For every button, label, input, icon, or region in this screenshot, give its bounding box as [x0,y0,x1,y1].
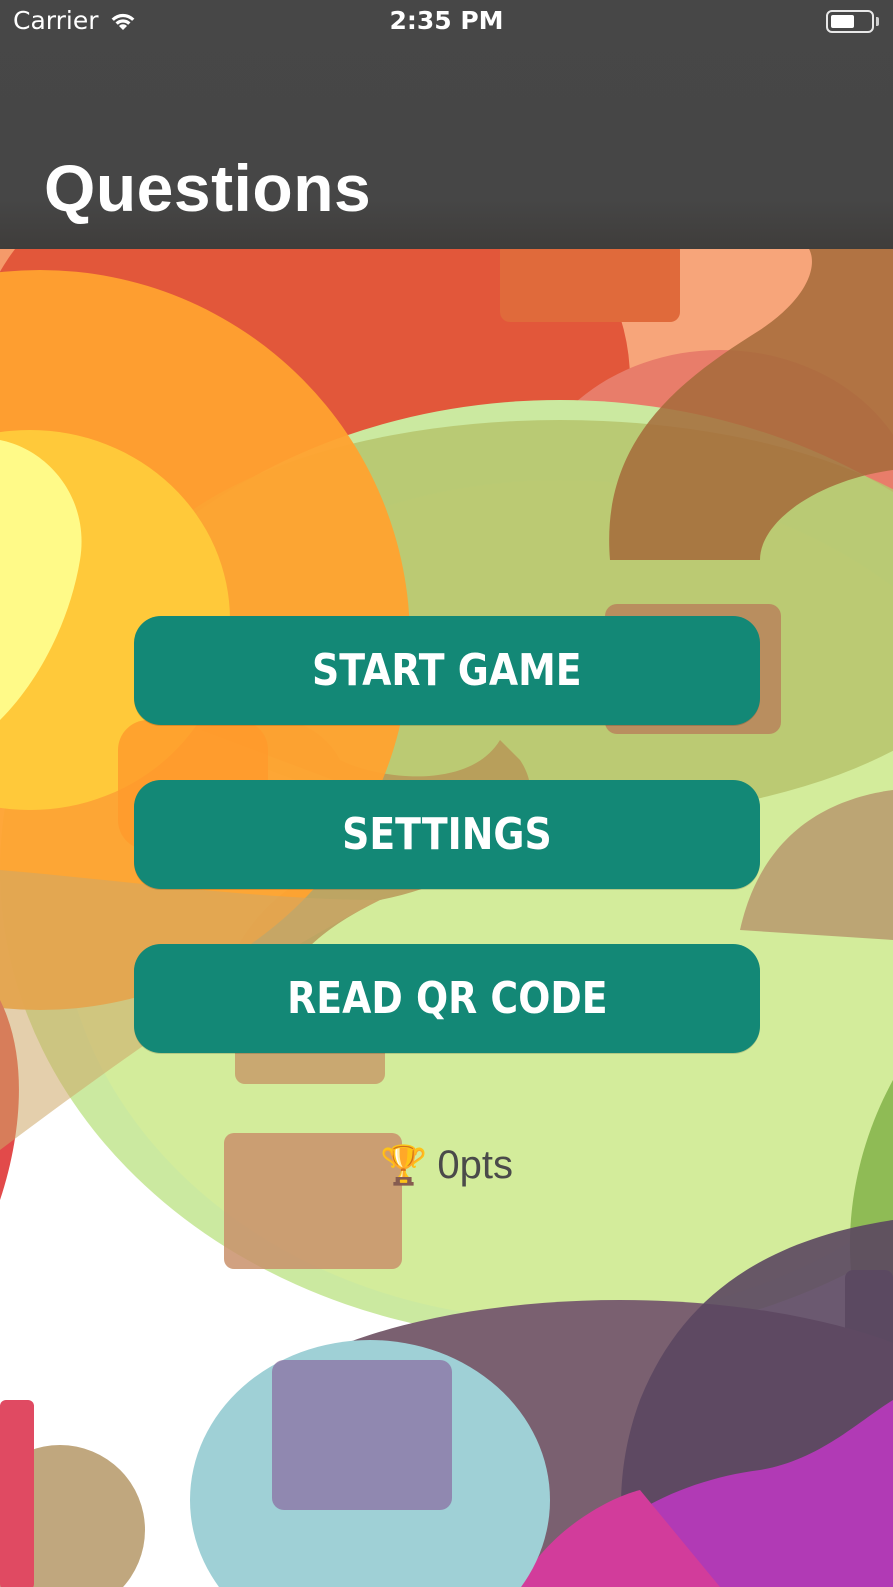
start-game-label: START GAME [312,645,582,696]
battery-level [831,15,854,28]
battery-cap [876,17,879,26]
settings-label: SETTINGS [342,809,552,860]
status-bar: Carrier 2:35 PM [0,0,893,46]
start-game-button[interactable]: START GAME [134,616,760,725]
settings-button[interactable]: SETTINGS [134,780,760,889]
score-text: 0pts [437,1143,513,1187]
score-display: 🏆 0pts [0,1143,893,1188]
battery-icon [826,10,874,33]
clock: 2:35 PM [389,6,504,35]
read-qr-code-button[interactable]: READ QR CODE [134,944,760,1053]
trophy-icon: 🏆 [380,1145,428,1187]
read-qr-code-label: READ QR CODE [286,973,608,1024]
page-title: Questions [44,151,372,225]
